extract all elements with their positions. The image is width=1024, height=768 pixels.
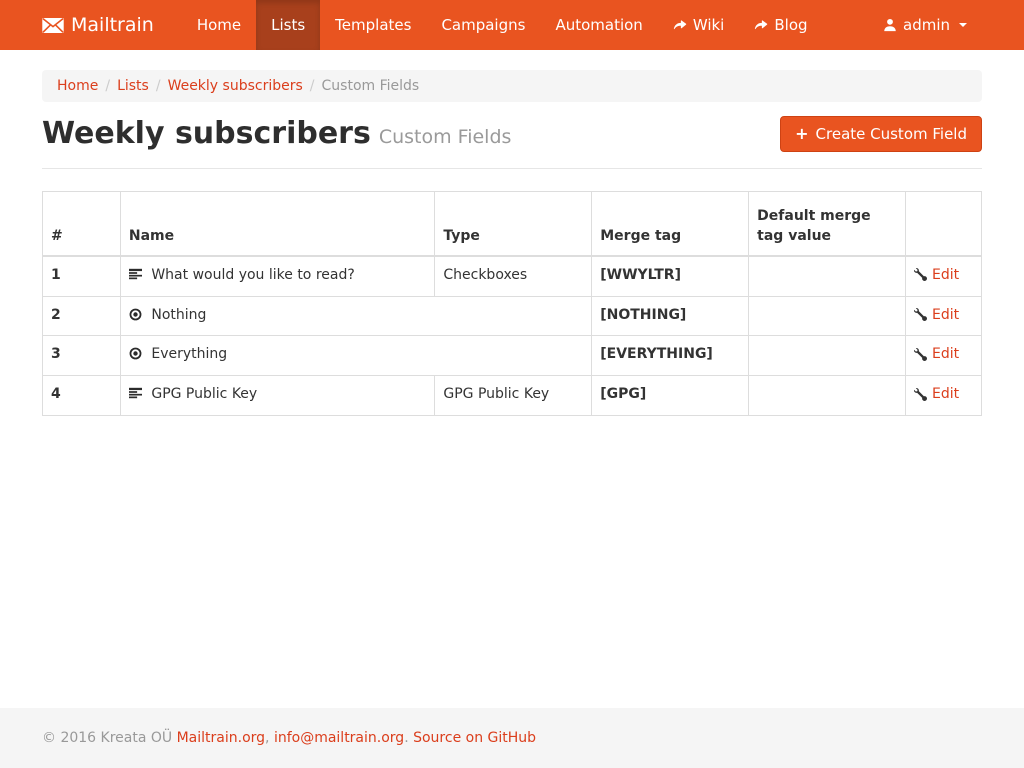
- title-divider: [42, 168, 982, 169]
- table-row: 1 What would you like to read? Checkboxe…: [43, 256, 982, 296]
- field-name-cell: What would you like to read?: [120, 256, 434, 296]
- field-name: GPG Public Key: [151, 386, 257, 402]
- merge-tag-cell: [EVERYTHING]: [592, 336, 749, 376]
- envelope-icon: [42, 18, 64, 33]
- edit-link[interactable]: Edit: [914, 305, 959, 325]
- page-title: Weekly subscribers Custom Fields: [42, 116, 511, 152]
- field-type: Checkboxes: [435, 256, 592, 296]
- record-icon: [129, 308, 142, 321]
- breadcrumb-current: Custom Fields: [322, 78, 420, 94]
- edit-cell: Edit: [906, 336, 982, 376]
- breadcrumb-weekly-subscribers[interactable]: Weekly subscribers: [168, 78, 303, 94]
- user-label: admin: [903, 16, 950, 34]
- col-header-actions: [906, 192, 982, 256]
- footer-separator: .: [404, 730, 408, 746]
- nav-item-blog[interactable]: Blog: [739, 0, 822, 50]
- copyright-text: © 2016 Kreata OÜ: [42, 730, 172, 746]
- breadcrumb-separator: /: [149, 78, 168, 94]
- nav-item-wiki[interactable]: Wiki: [658, 0, 740, 50]
- top-navbar: Mailtrain Home Lists Templates Campaigns…: [0, 0, 1024, 50]
- nav-item-campaigns[interactable]: Campaigns: [426, 0, 540, 50]
- edit-cell: Edit: [906, 256, 982, 296]
- wrench-icon: [914, 348, 927, 361]
- default-merge-value-cell: [749, 256, 906, 296]
- brand-label: Mailtrain: [71, 14, 154, 36]
- field-name-cell: Nothing: [120, 296, 591, 336]
- merge-tag-text: [GPG]: [600, 386, 646, 402]
- footer-link-github-source[interactable]: Source on GitHub: [413, 730, 536, 746]
- field-name: What would you like to read?: [151, 267, 354, 283]
- default-merge-value-cell: [749, 296, 906, 336]
- field-type: GPG Public Key: [435, 376, 592, 416]
- row-number: 2: [43, 296, 121, 336]
- col-header-number: #: [43, 192, 121, 256]
- list-icon: [129, 387, 142, 400]
- col-header-merge-tag: Merge tag: [592, 192, 749, 256]
- row-number: 4: [43, 376, 121, 416]
- merge-tag-cell: [WWYLTR]: [592, 256, 749, 296]
- breadcrumb: Home / Lists / Weekly subscribers / Cust…: [42, 70, 982, 102]
- col-header-default-merge-tag-value: Default merge tag value: [749, 192, 906, 256]
- field-name: Everything: [151, 346, 227, 362]
- custom-fields-table: # Name Type Merge tag Default merge tag …: [42, 191, 982, 416]
- nav-item-lists[interactable]: Lists: [256, 0, 320, 50]
- list-icon: [129, 268, 142, 281]
- record-icon: [129, 347, 142, 360]
- col-header-type: Type: [435, 192, 592, 256]
- merge-tag-cell: [NOTHING]: [592, 296, 749, 336]
- table-row: 4 GPG Public Key GPG Public Key [GPG]: [43, 376, 982, 416]
- table-header-row: # Name Type Merge tag Default merge tag …: [43, 192, 982, 256]
- breadcrumb-home[interactable]: Home: [57, 78, 98, 94]
- merge-tag-text: [EVERYTHING]: [600, 346, 713, 362]
- default-merge-value-cell: [749, 336, 906, 376]
- edit-cell: Edit: [906, 376, 982, 416]
- edit-link[interactable]: Edit: [914, 344, 959, 364]
- edit-link[interactable]: Edit: [914, 384, 959, 404]
- merge-tag-text: [WWYLTR]: [600, 267, 681, 283]
- plus-icon: +: [795, 126, 808, 142]
- nav-item-templates[interactable]: Templates: [320, 0, 426, 50]
- page-subtitle: Custom Fields: [379, 126, 512, 148]
- chevron-down-icon: [959, 23, 967, 27]
- footer-link-email[interactable]: info@mailtrain.org: [274, 730, 404, 746]
- footer-separator: ,: [265, 730, 269, 746]
- page-title-text: Weekly subscribers: [42, 116, 371, 151]
- wrench-icon: [914, 388, 927, 401]
- share-arrow-icon: [673, 18, 687, 32]
- nav-item-automation[interactable]: Automation: [540, 0, 657, 50]
- footer-link-mailtrain-org[interactable]: Mailtrain.org: [177, 730, 265, 746]
- breadcrumb-lists[interactable]: Lists: [117, 78, 149, 94]
- brand-link[interactable]: Mailtrain: [42, 0, 168, 50]
- edit-link[interactable]: Edit: [914, 265, 959, 285]
- field-name-cell: GPG Public Key: [120, 376, 434, 416]
- page-footer: © 2016 Kreata OÜ Mailtrain.org, info@mai…: [0, 708, 1024, 768]
- merge-tag-cell: [GPG]: [592, 376, 749, 416]
- wrench-icon: [914, 308, 927, 321]
- user-menu[interactable]: admin: [868, 0, 982, 50]
- field-name: Nothing: [151, 307, 206, 323]
- row-number: 3: [43, 336, 121, 376]
- wrench-icon: [914, 268, 927, 281]
- col-header-name: Name: [120, 192, 434, 256]
- breadcrumb-separator: /: [98, 78, 117, 94]
- share-arrow-icon: [754, 18, 768, 32]
- table-row: 3 Everything [EVERYTHING]: [43, 336, 982, 376]
- field-name-cell: Everything: [120, 336, 591, 376]
- breadcrumb-separator: /: [303, 78, 322, 94]
- default-merge-value-cell: [749, 376, 906, 416]
- row-number: 1: [43, 256, 121, 296]
- edit-cell: Edit: [906, 296, 982, 336]
- user-icon: [883, 18, 897, 32]
- table-row: 2 Nothing [NOTHING]: [43, 296, 982, 336]
- nav-item-home[interactable]: Home: [182, 0, 256, 50]
- create-custom-field-button[interactable]: + Create Custom Field: [780, 116, 982, 152]
- merge-tag-text: [NOTHING]: [600, 307, 686, 323]
